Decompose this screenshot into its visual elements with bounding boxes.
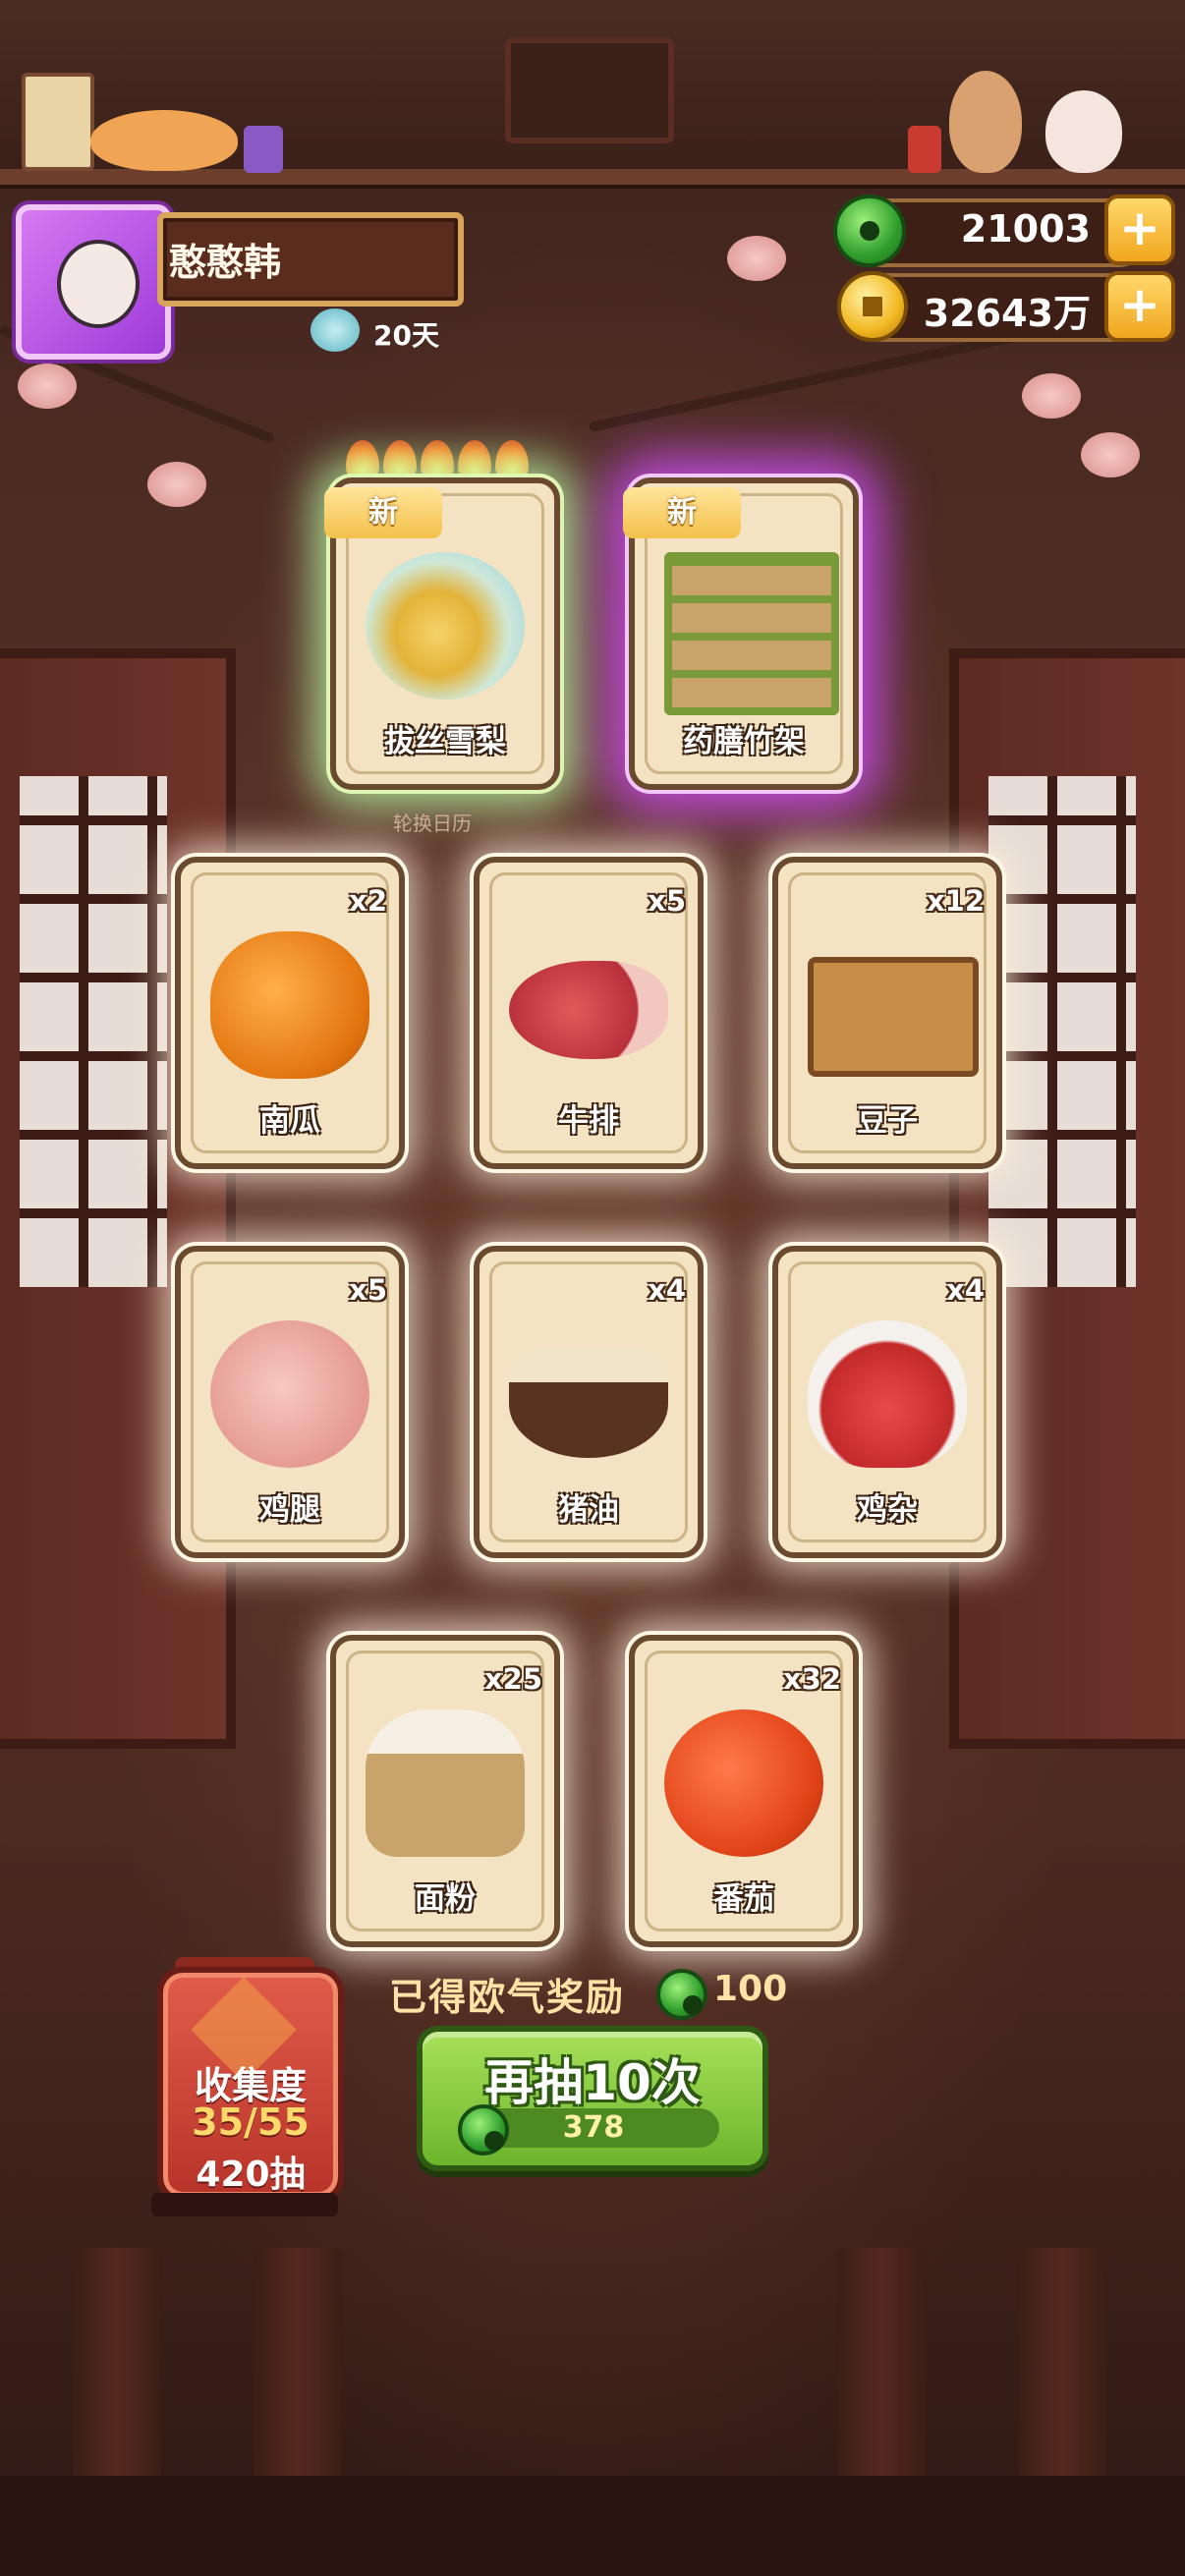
rotation-calendar-label: 轮换日历 — [393, 812, 472, 835]
item-quantity: x32 — [782, 1662, 841, 1696]
item-label: 番茄 — [713, 1881, 774, 1917]
blossom-flower — [147, 462, 206, 507]
blossom-flower — [727, 236, 786, 281]
blossom-flower — [1081, 432, 1140, 477]
fence-post — [1018, 2248, 1106, 2513]
fence-post — [254, 2248, 342, 2513]
lantern-stand — [151, 2193, 338, 2216]
avatar-face — [57, 240, 140, 328]
orange-cat-decoration — [90, 110, 238, 171]
login-days: 20天 — [373, 319, 439, 352]
flour-sack-icon — [366, 1709, 525, 1857]
item-card[interactable]: x5 牛排 — [474, 857, 704, 1169]
item-label: 鸡腿 — [259, 1492, 320, 1528]
bean-box-icon — [808, 957, 979, 1077]
item-card[interactable]: x4 鸡杂 — [772, 1246, 1002, 1558]
coin-amount: 32643万 — [923, 292, 1091, 335]
item-label: 牛排 — [558, 1103, 619, 1139]
player-name: 憨憨韩 — [169, 241, 282, 284]
item-label: 猪油 — [558, 1492, 619, 1528]
item-label: 豆子 — [857, 1103, 918, 1139]
featured-card[interactable]: 新 拔丝雪梨 — [324, 477, 560, 790]
red-jar-decoration — [908, 126, 941, 173]
pear-dessert-icon — [366, 552, 525, 700]
draw-cost-bar: 378 — [458, 2104, 719, 2156]
draw-button-label: 再抽10次 — [484, 2054, 701, 2111]
chicken-leg-icon — [210, 1320, 369, 1468]
blossom-flower — [1022, 373, 1081, 419]
blossom-flower — [18, 364, 77, 409]
chicken-giblets-icon — [808, 1320, 967, 1468]
item-quantity: x2 — [349, 884, 387, 918]
chef-character-decoration — [949, 71, 1022, 173]
item-quantity: x4 — [946, 1273, 985, 1307]
hanging-sign — [505, 37, 674, 143]
paw-scroll-decoration — [22, 73, 94, 171]
item-card[interactable]: x25 面粉 — [330, 1635, 560, 1947]
fence-post — [73, 2248, 161, 2513]
floor — [0, 2476, 1185, 2576]
right-wall-panel — [949, 648, 1185, 1749]
item-card[interactable]: x5 鸡腿 — [175, 1246, 405, 1558]
item-card[interactable]: x4 猪油 — [474, 1246, 704, 1558]
left-wall-panel — [0, 648, 236, 1749]
new-tag: 新 — [324, 487, 442, 538]
total-draws: 420抽 — [196, 2155, 306, 2195]
jade-icon — [656, 1969, 707, 2020]
card-label: 药膳竹架 — [683, 724, 805, 759]
new-tag: 新 — [623, 487, 741, 538]
card-label: 拔丝雪梨 — [384, 724, 506, 759]
tomato-icon — [664, 1709, 823, 1857]
item-quantity: x5 — [349, 1273, 387, 1307]
item-quantity: x25 — [483, 1662, 542, 1696]
item-card[interactable]: x32 番茄 — [629, 1635, 859, 1947]
featured-card[interactable]: 新 药膳竹架 — [623, 477, 859, 790]
item-quantity: x5 — [648, 884, 686, 918]
fence-post — [837, 2248, 926, 2513]
white-cat-decoration — [1045, 90, 1122, 173]
pumpkin-icon — [210, 931, 369, 1079]
steak-icon — [509, 961, 668, 1059]
item-label: 鸡杂 — [857, 1492, 918, 1528]
top-shelf — [0, 169, 1185, 185]
luck-reward-value: 100 — [713, 1969, 788, 2009]
item-card[interactable]: x12 豆子 — [772, 857, 1002, 1169]
draw-cost: 378 — [562, 2110, 625, 2145]
lard-bowl-icon — [509, 1350, 668, 1458]
jade-amount: 21003 — [960, 207, 1091, 251]
collection-progress: 35/55 — [192, 2100, 310, 2144]
purple-jar-decoration — [244, 126, 283, 173]
item-quantity: x4 — [648, 1273, 686, 1307]
item-quantity: x12 — [926, 884, 985, 918]
login-days-icon — [310, 308, 360, 352]
player-avatar[interactable] — [16, 204, 171, 360]
draw-again-button[interactable]: 再抽10次 378 — [417, 2026, 768, 2171]
item-label: 南瓜 — [259, 1103, 320, 1139]
add-coin-button[interactable]: + — [1104, 271, 1175, 342]
collection-lantern-button[interactable]: 收集度 35/55 420抽 — [157, 1967, 344, 2203]
item-card[interactable]: x2 南瓜 — [175, 857, 405, 1169]
bamboo-shelf-icon — [664, 552, 839, 715]
luck-reward-label: 已得欧气奖励 — [389, 1976, 626, 2019]
add-jade-button[interactable]: + — [1104, 195, 1175, 265]
item-label: 面粉 — [415, 1881, 476, 1917]
